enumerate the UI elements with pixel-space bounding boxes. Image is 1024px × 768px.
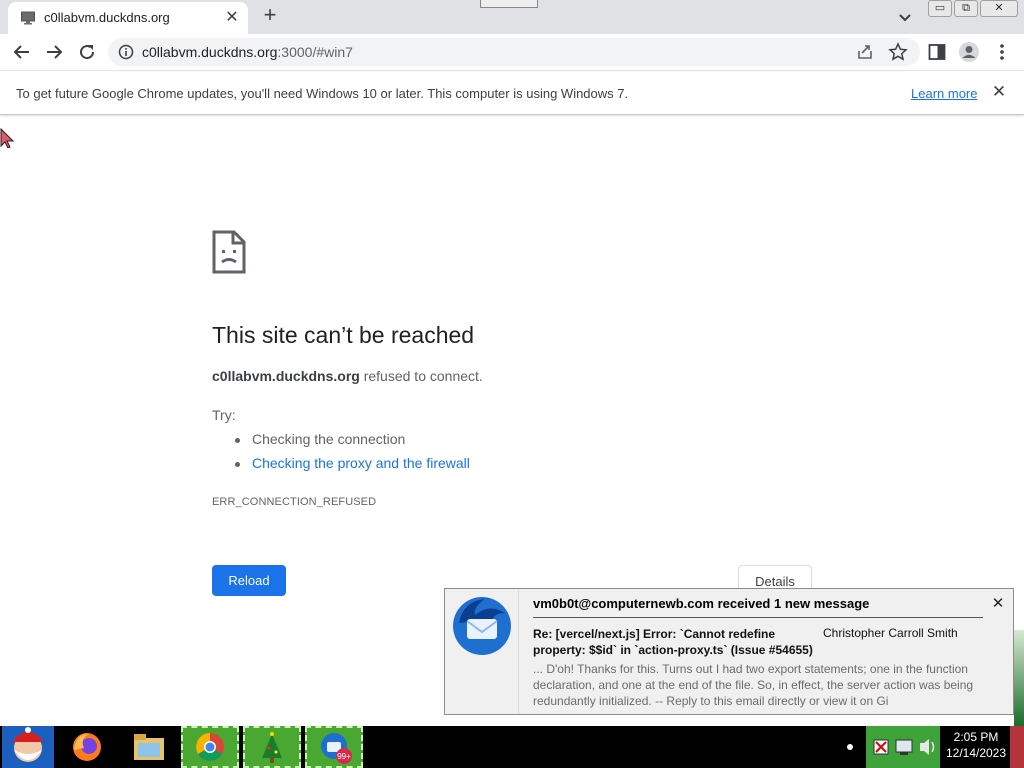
- reload-icon[interactable]: [75, 40, 99, 64]
- infobar-message: To get future Google Chrome updates, you…: [16, 86, 629, 101]
- error-message-suffix: refused to connect.: [359, 368, 483, 384]
- forward-arrow-icon[interactable]: [42, 40, 66, 64]
- unread-badge: 99+: [337, 752, 351, 761]
- notification-header: vm0b0t@computernewb.com received 1 new m…: [533, 596, 870, 611]
- tab-title: c0llabvm.duckdns.org: [44, 10, 170, 25]
- sad-page-icon: [212, 230, 246, 274]
- tray-icons[interactable]: [866, 726, 940, 768]
- suggestion-check-connection: Checking the connection: [232, 431, 470, 455]
- address-bar[interactable]: c0llabvm.duckdns.org:3000/#win7: [108, 38, 920, 66]
- learn-more-link[interactable]: Learn more: [911, 86, 977, 101]
- error-title: This site can’t be reached: [212, 322, 475, 348]
- notification-divider: [533, 617, 983, 618]
- share-icon[interactable]: [856, 43, 874, 61]
- santa-start-icon[interactable]: [2, 726, 54, 768]
- back-arrow-icon[interactable]: [10, 40, 34, 64]
- tab-strip: c0llabvm.duckdns.org ✕ + ▭ ⧉ ✕: [0, 0, 1024, 34]
- file-explorer-icon[interactable]: [120, 726, 178, 768]
- show-desktop-button[interactable]: [1010, 726, 1024, 768]
- vm-toolbar-grip[interactable]: [480, 0, 538, 8]
- chrome-taskbar-button[interactable]: [181, 726, 239, 768]
- thunderbird-taskbar-icon: 99+: [321, 733, 352, 764]
- info-icon[interactable]: [118, 44, 134, 60]
- url-path: :3000/#win7: [277, 44, 353, 60]
- monitor-icon: [21, 11, 35, 25]
- infobar-close-icon[interactable]: ✕: [990, 83, 1008, 101]
- url-text[interactable]: c0llabvm.duckdns.org:3000/#win7: [142, 44, 353, 60]
- reload-button[interactable]: Reload: [212, 565, 286, 596]
- taskbar-clock[interactable]: 2:05 PM 12/14/2023: [942, 729, 1010, 761]
- thunderbird-icon: [453, 597, 511, 655]
- suggestion-check-proxy-link[interactable]: Checking the proxy and the firewall: [232, 455, 470, 479]
- suggestion-list: Checking the connection Checking the pro…: [232, 431, 470, 479]
- taskbar: 99+ 2:05 PM 12/14/2023: [0, 726, 1024, 768]
- new-tab-button[interactable]: +: [258, 4, 282, 28]
- chrome-icon: [196, 733, 224, 761]
- system-tray: [866, 726, 940, 768]
- screen: c0llabvm.duckdns.org ✕ + ▭ ⧉ ✕ c0llabvm.…: [0, 0, 1024, 768]
- notification-close-icon[interactable]: ✕: [989, 595, 1007, 613]
- error-code: ERR_CONNECTION_REFUSED: [212, 496, 377, 508]
- side-panel-icon[interactable]: [928, 43, 946, 61]
- notification-body: ... D'oh! Thanks for this. Turns out I h…: [533, 662, 974, 708]
- window-controls: ▭ ⧉ ✕: [928, 0, 1020, 18]
- cursor-icon: [0, 128, 14, 148]
- clock-date: 12/14/2023: [945, 746, 1007, 760]
- star-icon[interactable]: [888, 42, 908, 62]
- tab-search-icon[interactable]: [894, 6, 916, 28]
- mail-notification[interactable]: vm0b0t@computernewb.com received 1 new m…: [444, 588, 1014, 715]
- error-message: c0llabvm.duckdns.org refused to connect.: [212, 368, 483, 384]
- tab-close-icon[interactable]: ✕: [222, 8, 242, 28]
- window-close-button[interactable]: ✕: [980, 0, 1018, 17]
- url-host: c0llabvm.duckdns.org: [142, 44, 278, 60]
- notification-dot-icon: [847, 744, 853, 750]
- tab-active[interactable]: c0llabvm.duckdns.org ✕: [8, 2, 248, 34]
- firefox-icon[interactable]: [58, 726, 116, 768]
- notification-subject: Re: [vercel/next.js] Error: `Cannot rede…: [533, 627, 813, 657]
- update-infobar: To get future Google Chrome updates, you…: [0, 72, 1024, 115]
- christmas-tree-icon: [262, 732, 282, 763]
- restore-button[interactable]: ⧉: [954, 0, 978, 17]
- clock-time: 2:05 PM: [953, 730, 999, 744]
- kebab-menu-icon[interactable]: [994, 42, 1010, 62]
- desktop-wallpaper-edge: [1014, 630, 1024, 726]
- minimize-button[interactable]: ▭: [928, 0, 952, 17]
- notification-sender: Christopher Carroll Smith: [823, 626, 958, 640]
- error-host: c0llabvm.duckdns.org: [212, 368, 360, 384]
- thunderbird-taskbar-button[interactable]: 99+: [305, 726, 363, 768]
- notification-separator: [518, 589, 519, 714]
- browser-toolbar: c0llabvm.duckdns.org:3000/#win7: [0, 34, 1024, 71]
- profile-icon[interactable]: [958, 41, 980, 63]
- christmas-tree-taskbar-button[interactable]: [243, 726, 301, 768]
- try-label: Try:: [212, 407, 236, 423]
